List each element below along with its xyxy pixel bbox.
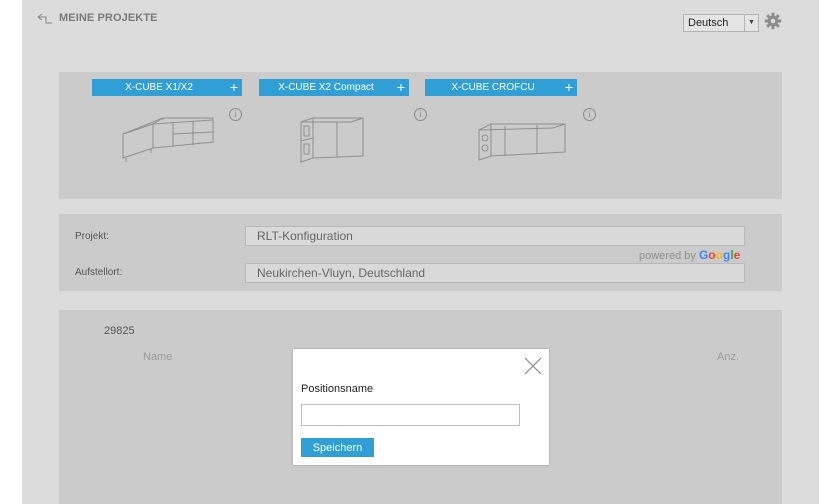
location-input[interactable]: Neukirchen-Vluyn, Deutschland: [245, 263, 745, 283]
dropdown-arrow-icon[interactable]: ▼: [744, 14, 758, 32]
add-product-icon[interactable]: +: [397, 79, 405, 95]
position-name-label: Positionsname: [301, 383, 374, 395]
language-value: Deutsch: [688, 17, 729, 29]
position-number: 29825: [104, 325, 135, 337]
powered-by-text: powered by: [639, 250, 696, 262]
column-header-name: Name: [143, 351, 173, 363]
project-name-input[interactable]: RLT-Konfiguration: [245, 226, 745, 246]
position-name-dialog: Positionsname Speichern: [293, 349, 549, 465]
google-logo: Google: [698, 248, 741, 262]
add-product-icon[interactable]: +: [230, 79, 238, 95]
info-icon[interactable]: i: [583, 108, 596, 121]
column-header-anz: Anz.: [717, 351, 740, 363]
x-cube-crofcu-unit-illustration: [478, 123, 566, 161]
x-cube-x2-compact-unit-illustration: [300, 117, 364, 163]
x-cube-x1x2-unit-illustration: [122, 117, 214, 162]
project-label: Projekt:: [75, 231, 109, 242]
powered-by-google: powered by Google: [639, 248, 740, 262]
position-name-input[interactable]: [301, 404, 520, 426]
project-details-panel: Projekt: RLT-Konfiguration powered by Go…: [59, 214, 782, 291]
settings-gear-icon[interactable]: [764, 12, 782, 30]
close-icon[interactable]: [524, 357, 542, 375]
location-label: Aufstellort:: [75, 267, 123, 278]
add-product-icon[interactable]: +: [565, 79, 573, 95]
top-bar: MEINE PROJEKTE Deutsch ▼: [22, 0, 819, 48]
back-to-projects-link[interactable]: MEINE PROJEKTE: [37, 12, 158, 24]
product-name: X-CUBE X1/X2: [125, 82, 193, 93]
info-icon[interactable]: i: [229, 108, 242, 121]
back-label: MEINE PROJEKTE: [59, 12, 158, 24]
save-button[interactable]: Speichern: [301, 438, 374, 457]
info-icon[interactable]: i: [414, 108, 427, 121]
back-arrow-icon: [37, 13, 52, 24]
product-selection-panel: X-CUBE X1/X2 + i X-CUBE X2 Compact + i X…: [59, 72, 782, 199]
product-name: X-CUBE X2 Compact: [278, 82, 374, 93]
language-select[interactable]: Deutsch ▼: [683, 14, 759, 32]
product-tab-x2-compact[interactable]: X-CUBE X2 Compact +: [259, 79, 409, 96]
product-tab-x1x2[interactable]: X-CUBE X1/X2 +: [92, 79, 242, 96]
product-name: X-CUBE CROFCU: [451, 82, 535, 93]
product-tab-crofcu[interactable]: X-CUBE CROFCU +: [425, 79, 577, 96]
